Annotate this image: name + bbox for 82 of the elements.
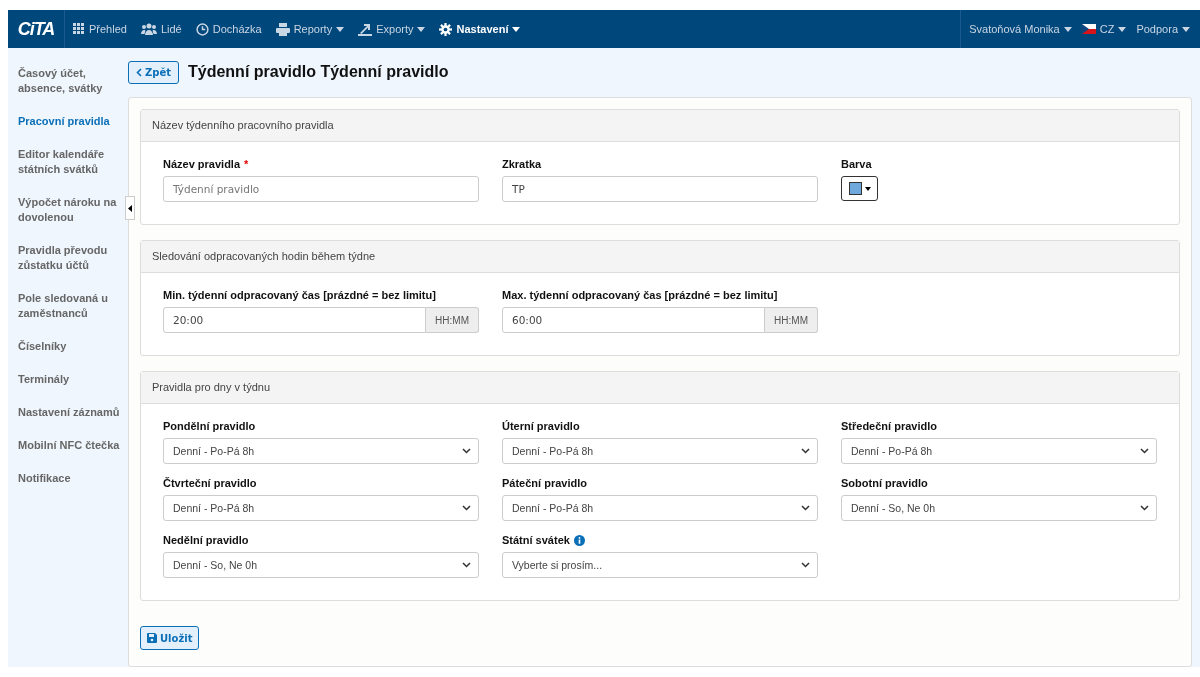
select-dropdown[interactable]: Denní - Po-Pá 8h xyxy=(502,495,818,521)
caret-icon xyxy=(1063,26,1072,32)
text-input[interactable]: TP xyxy=(502,176,818,202)
collapse-sidebar-button[interactable] xyxy=(125,196,135,220)
panel-heading: Pravidla pro dny v týdnu xyxy=(141,372,1179,404)
time-input[interactable]: 60:00 xyxy=(502,307,766,333)
chevron-down-icon xyxy=(801,562,810,568)
caret-icon xyxy=(336,26,345,32)
nav-menu-item[interactable]: Svatoňová Monika xyxy=(969,23,1072,35)
sidebar-item[interactable]: Pracovní pravidla xyxy=(18,114,127,147)
caret-icon xyxy=(417,26,426,32)
sidebar-item[interactable]: Editor kalendáře státních svátků xyxy=(18,147,127,195)
info-icon xyxy=(573,534,585,546)
settings-icon xyxy=(439,22,453,36)
field-label: Min. týdenní odpracovaný čas [prázdné = bez limitu] xyxy=(163,289,436,301)
select-dropdown[interactable]: Denní - Po-Pá 8h xyxy=(841,438,1157,464)
chevron-down-icon xyxy=(462,505,471,511)
caret-icon xyxy=(1118,26,1127,32)
nav-menu-item[interactable]: Reporty xyxy=(275,22,345,36)
sidebar-item[interactable]: Mobilní NFC čtečka xyxy=(18,438,127,471)
caret-icon xyxy=(1182,26,1190,32)
clock-icon xyxy=(195,22,209,36)
field-label: Úterní pravidlo xyxy=(502,420,580,432)
nav-menu-item[interactable]: Nastavení xyxy=(439,22,521,36)
chevron-down-icon xyxy=(801,505,810,511)
caret-icon xyxy=(512,26,521,32)
app-logo[interactable]: CiTA xyxy=(17,18,55,40)
nav-menu-item[interactable]: Exporty xyxy=(358,22,426,36)
grid-icon xyxy=(73,23,85,35)
required-asterisk: * xyxy=(244,158,249,170)
field-label: Pondělní pravidlo xyxy=(163,420,256,432)
chevron-left-icon xyxy=(127,204,133,212)
chevron-down-icon xyxy=(1140,448,1149,454)
select-dropdown[interactable]: Denní - Po-Pá 8h xyxy=(163,438,479,464)
caret-icon xyxy=(864,186,871,191)
field-label: Státní svátek xyxy=(502,534,570,546)
sidebar-item[interactable]: Číselníky xyxy=(18,339,127,372)
field-label: Zkratka xyxy=(502,158,542,170)
sidebar-item[interactable]: Notifikace xyxy=(18,471,127,504)
sidebar-item[interactable]: Pole sledovaná u zaměstnanců xyxy=(18,291,127,339)
save-button[interactable]: Uložit xyxy=(140,626,200,650)
field-label: Max. týdenní odpracovaný čas [prázdné = bez limitu] xyxy=(502,289,778,301)
time-input[interactable]: 20:00 xyxy=(163,307,427,333)
select-dropdown[interactable]: Denní - Po-Pá 8h xyxy=(502,438,818,464)
field-label: Středeční pravidlo xyxy=(841,420,937,432)
select-dropdown[interactable]: Denní - So, Ne 0h xyxy=(163,552,479,578)
field-label: Páteční pravidlo xyxy=(502,477,587,489)
select-dropdown[interactable]: Vyberte si prosím... xyxy=(502,552,818,578)
page-title: Týdenní pravidlo Týdenní pravidlo xyxy=(188,63,449,81)
color-picker-button[interactable] xyxy=(841,176,878,201)
nav-menu-item[interactable]: Docházka xyxy=(195,22,262,36)
panel-heading: Název týdenního pracovního pravidla xyxy=(141,110,1179,142)
nav-menu-item[interactable]: Lidé xyxy=(140,23,182,35)
field-label: Sobotní pravidlo xyxy=(841,477,928,489)
select-dropdown[interactable]: Denní - So, Ne 0h xyxy=(841,495,1157,521)
panel-heading: Sledování odpracovaných hodin během týdne xyxy=(141,241,1179,273)
printer-icon xyxy=(275,22,290,36)
field-label: Čtvrteční pravidlo xyxy=(163,477,257,489)
sidebar-item[interactable]: Pravidla převodu zůstatku účtů xyxy=(18,243,127,291)
sidebar-item[interactable]: Terminály xyxy=(18,372,127,405)
users-icon xyxy=(140,23,157,35)
nav-menu-item[interactable]: Podpora xyxy=(1136,23,1190,35)
text-input[interactable]: Týdenní pravidlo xyxy=(163,176,479,202)
export-icon xyxy=(358,22,373,36)
chevron-down-icon xyxy=(462,448,471,454)
flag-icon xyxy=(1081,24,1096,34)
nav-menu-item[interactable]: Přehled xyxy=(73,23,127,35)
sidebar-item[interactable]: Výpočet nároku na dovolenou xyxy=(18,195,127,243)
chevron-down-icon xyxy=(801,448,810,454)
field-label: Název pravidla xyxy=(163,158,241,170)
sidebar-item[interactable]: Nastavení záznamů xyxy=(18,405,127,438)
input-addon: HH:MM xyxy=(426,307,479,333)
field-label: Barva xyxy=(841,158,872,170)
select-dropdown[interactable]: Denní - Po-Pá 8h xyxy=(163,495,479,521)
back-button[interactable]: Zpět xyxy=(128,60,179,84)
chevron-left-icon xyxy=(136,67,142,77)
input-addon: HH:MM xyxy=(765,307,818,333)
chevron-down-icon xyxy=(1140,505,1149,511)
nav-menu-item[interactable]: CZ xyxy=(1081,23,1127,35)
chevron-down-icon xyxy=(462,562,471,568)
field-label: Nedělní pravidlo xyxy=(163,534,249,546)
sidebar-item[interactable]: Časový účet, absence, svátky xyxy=(18,66,127,114)
